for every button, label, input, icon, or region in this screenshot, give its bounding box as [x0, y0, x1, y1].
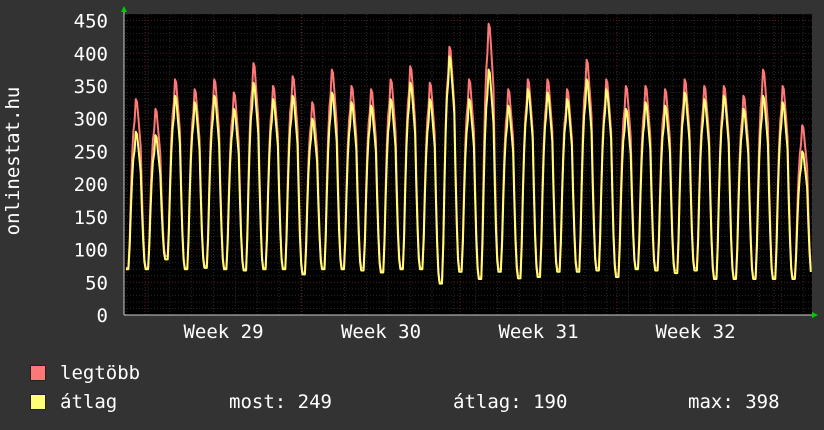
legend-swatch-atlag — [30, 394, 46, 410]
y-tick-label: 50 — [85, 272, 108, 294]
y-axis-arrow — [121, 6, 127, 12]
legend-item-legtobb: legtöbb — [30, 362, 140, 384]
y-tick-label: 0 — [97, 305, 108, 327]
x-tick-label: Week 30 — [341, 321, 421, 343]
legend-item-atlag: átlag — [30, 391, 117, 413]
legend-swatch-legtobb — [30, 365, 46, 381]
stat-atlag: átlag: 190 — [453, 391, 568, 413]
x-tick-label: Week 31 — [498, 321, 578, 343]
legend-label-legtobb: legtöbb — [60, 362, 141, 384]
x-tick-label: Week 32 — [655, 321, 735, 343]
x-axis-arrow — [812, 312, 818, 318]
y-axis-label: onlinestat.hu — [2, 86, 24, 236]
stat-most: most: 249 — [229, 391, 332, 413]
y-tick-label: 300 — [74, 109, 108, 131]
y-tick-label: 150 — [74, 207, 108, 229]
y-tick-labels: 0 50 100 150 200 250 300 350 400 450 — [74, 11, 108, 327]
y-tick-label: 400 — [74, 43, 108, 65]
legend-label-atlag: átlag — [60, 391, 118, 413]
stat-max: max: 398 — [688, 391, 780, 413]
x-tick-label: Week 29 — [183, 321, 263, 343]
y-tick-label: 350 — [74, 76, 108, 98]
y-tick-label: 200 — [74, 174, 108, 196]
y-tick-label: 100 — [74, 240, 108, 262]
x-tick-labels: Week 29 Week 30 Week 31 Week 32 — [183, 321, 735, 343]
y-tick-label: 450 — [74, 11, 108, 33]
y-tick-label: 250 — [74, 141, 108, 163]
